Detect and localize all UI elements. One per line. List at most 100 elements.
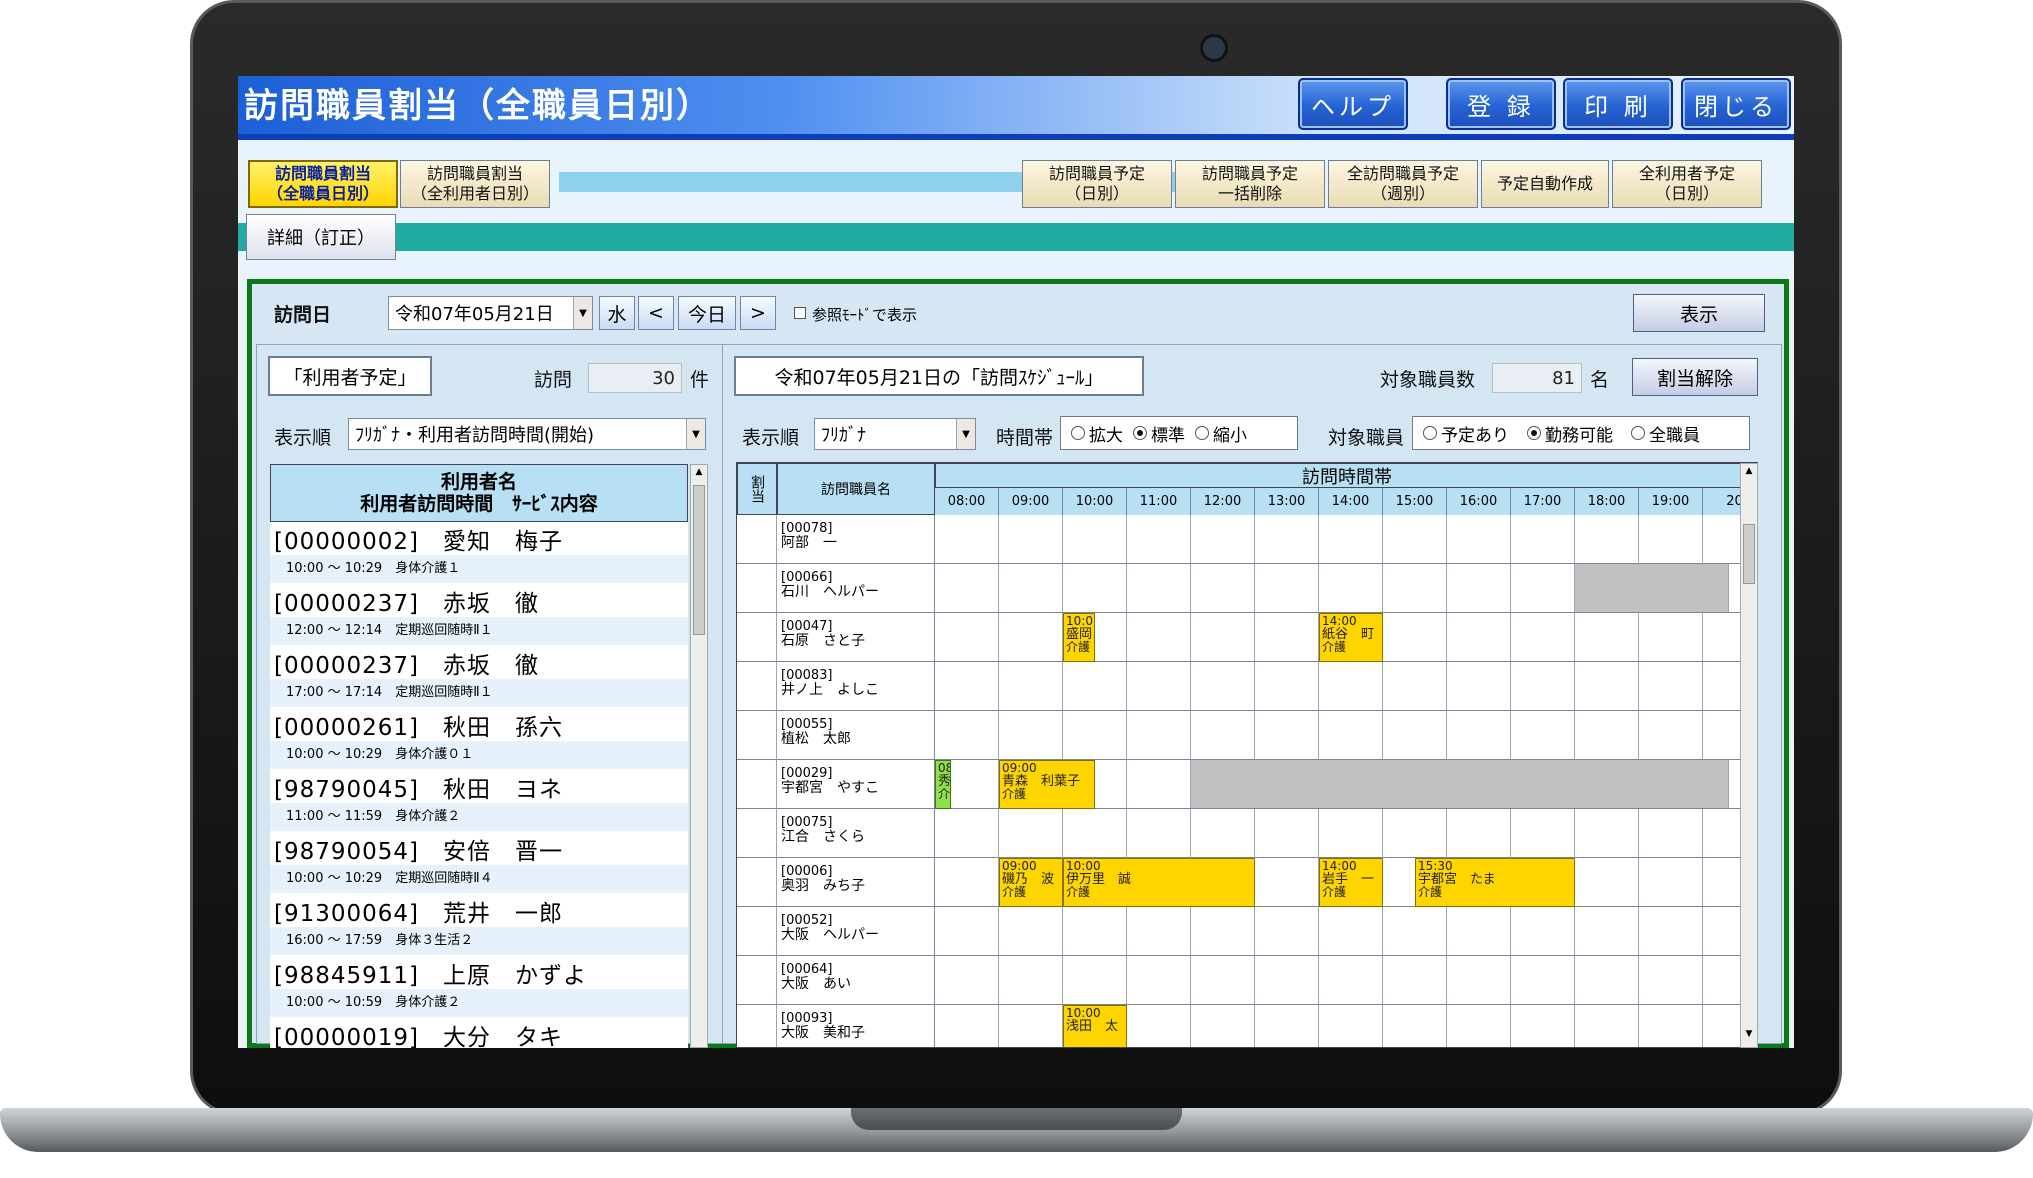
appointment-block[interactable]: 14:00 岩手 一介護 xyxy=(1319,858,1383,907)
time-slot-cell[interactable] xyxy=(1447,1005,1511,1047)
list-item[interactable]: [98790045] 秋田 ヨネ 11:00 ～ 11:59 身体介護２ xyxy=(270,770,688,833)
time-slot-cell[interactable] xyxy=(1575,858,1639,907)
time-slot-cell[interactable] xyxy=(1639,809,1703,858)
time-slot-cell[interactable] xyxy=(1511,1005,1575,1047)
register-button[interactable]: 登 録 xyxy=(1446,78,1556,130)
time-slot-cell[interactable] xyxy=(935,1005,999,1047)
time-slot-cell[interactable] xyxy=(1255,1005,1319,1047)
scroll-up-icon[interactable]: ▲ xyxy=(693,467,705,481)
time-slot-cell[interactable] xyxy=(1639,613,1703,662)
time-slot-cell[interactable] xyxy=(1383,907,1447,956)
left-order-select[interactable]: ﾌﾘｶﾞﾅ・利用者訪問時間(開始) ▼ xyxy=(348,418,706,450)
time-slot-cell[interactable] xyxy=(1191,809,1255,858)
time-slot-cell[interactable] xyxy=(1063,809,1127,858)
time-slot-cell[interactable] xyxy=(1255,613,1319,662)
tab-staff-schedule-bulk-delete[interactable]: 訪問職員予定 一括削除 xyxy=(1175,160,1325,208)
next-day-button[interactable]: > xyxy=(740,296,776,330)
time-slot-cell[interactable] xyxy=(1191,564,1255,613)
tab-auto-schedule[interactable]: 予定自動作成 xyxy=(1481,160,1609,208)
time-slot-cell[interactable] xyxy=(1383,564,1447,613)
time-slot-cell[interactable] xyxy=(1575,711,1639,760)
right-order-select[interactable]: ﾌﾘｶﾞﾅ ▼ xyxy=(814,418,976,450)
tab-staff-schedule-daily[interactable]: 訪問職員予定 （日別） xyxy=(1022,160,1172,208)
time-slot-cell[interactable] xyxy=(935,809,999,858)
appointment-block[interactable]: 10:00 浅田 太 xyxy=(1063,1005,1127,1047)
time-slot-cell[interactable] xyxy=(1511,956,1575,1005)
time-slot-cell[interactable] xyxy=(1511,907,1575,956)
chevron-down-icon[interactable]: ▼ xyxy=(573,297,592,329)
chevron-down-icon[interactable]: ▼ xyxy=(686,419,705,449)
time-slot-cell[interactable] xyxy=(1575,515,1639,564)
staff-cell[interactable]: [00066] 石川 ヘルパー xyxy=(777,564,935,613)
time-slot-cell[interactable] xyxy=(1191,662,1255,711)
time-slot-cell[interactable] xyxy=(1255,858,1319,907)
time-slot-cell[interactable] xyxy=(1255,662,1319,711)
unassign-button[interactable]: 割当解除 xyxy=(1632,358,1758,396)
staff-cell[interactable]: [00093] 大阪 美和子 xyxy=(777,1005,935,1047)
radio-zoom-standard[interactable] xyxy=(1133,426,1147,440)
time-slot-cell[interactable] xyxy=(1319,564,1383,613)
show-button[interactable]: 表示 xyxy=(1633,294,1765,332)
time-slot-cell[interactable] xyxy=(1255,809,1319,858)
appointment-block[interactable]: 08秀介 xyxy=(935,760,951,809)
time-slot-cell[interactable] xyxy=(1319,662,1383,711)
time-slot-cell[interactable] xyxy=(1383,515,1447,564)
user-list-scrollbar[interactable]: ▲ xyxy=(690,464,708,1048)
time-slot-cell[interactable] xyxy=(999,613,1063,662)
time-slot-cell[interactable] xyxy=(935,711,999,760)
time-slot-cell[interactable] xyxy=(1383,1005,1447,1047)
assign-cell[interactable] xyxy=(737,515,777,564)
time-slot-cell[interactable] xyxy=(1447,956,1511,1005)
appointment-block[interactable]: 10:0 盛岡 介護 xyxy=(1063,613,1095,662)
time-slot-cell[interactable] xyxy=(999,515,1063,564)
radio-all-staff[interactable] xyxy=(1631,426,1645,440)
assign-cell[interactable] xyxy=(737,760,777,809)
staff-cell[interactable]: [00055] 植松 太郎 xyxy=(777,711,935,760)
schedule-scrollbar[interactable]: ▲ ▼ xyxy=(1740,463,1758,1048)
time-slot-cell[interactable] xyxy=(999,956,1063,1005)
time-slot-cell[interactable] xyxy=(999,711,1063,760)
appointment-block[interactable]: 09:00 磯乃 波介護 xyxy=(999,858,1063,907)
time-slot-cell[interactable] xyxy=(1511,515,1575,564)
time-slot-cell[interactable] xyxy=(1127,711,1191,760)
time-slot-cell[interactable] xyxy=(1639,907,1703,956)
list-item[interactable]: [00000261] 秋田 孫六 10:00 ～ 10:29 身体介護０１ xyxy=(270,708,688,771)
assign-cell[interactable] xyxy=(737,564,777,613)
time-slot-cell[interactable] xyxy=(1319,907,1383,956)
time-slot-cell[interactable] xyxy=(1127,564,1191,613)
time-slot-cell[interactable] xyxy=(1447,809,1511,858)
time-slot-cell[interactable] xyxy=(935,858,999,907)
prev-day-button[interactable]: < xyxy=(638,296,674,330)
time-slot-cell[interactable] xyxy=(1127,809,1191,858)
time-slot-cell[interactable] xyxy=(1127,760,1191,809)
time-slot-cell[interactable] xyxy=(999,564,1063,613)
staff-cell[interactable]: [00047] 石原 さと子 xyxy=(777,613,935,662)
time-slot-cell[interactable] xyxy=(1191,1005,1255,1047)
scroll-down-icon[interactable]: ▼ xyxy=(1743,1029,1755,1043)
time-slot-cell[interactable] xyxy=(1319,1005,1383,1047)
time-slot-cell[interactable] xyxy=(1639,858,1703,907)
assign-cell[interactable] xyxy=(737,662,777,711)
staff-cell[interactable]: [00052] 大阪 ヘルパー xyxy=(777,907,935,956)
print-button[interactable]: 印 刷 xyxy=(1563,78,1673,130)
time-slot-cell[interactable] xyxy=(1639,956,1703,1005)
time-slot-cell[interactable] xyxy=(935,956,999,1005)
scroll-thumb[interactable] xyxy=(693,485,705,635)
time-slot-cell[interactable] xyxy=(1639,711,1703,760)
radio-available[interactable] xyxy=(1527,426,1541,440)
time-slot-cell[interactable] xyxy=(1447,564,1511,613)
time-slot-cell[interactable] xyxy=(1127,956,1191,1005)
assign-cell[interactable] xyxy=(737,858,777,907)
radio-zoom-in[interactable] xyxy=(1071,426,1085,440)
appointment-block[interactable]: 14:00 紙谷 町介護 xyxy=(1319,613,1383,662)
time-slot-cell[interactable] xyxy=(1127,907,1191,956)
time-slot-cell[interactable] xyxy=(935,613,999,662)
list-item[interactable]: [00000237] 赤坂 徹 17:00 ～ 17:14 定期巡回随時Ⅱ１ xyxy=(270,646,688,709)
time-slot-cell[interactable] xyxy=(999,1005,1063,1047)
time-slot-cell[interactable] xyxy=(1575,1005,1639,1047)
staff-cell[interactable]: [00029] 宇都宮 やすこ xyxy=(777,760,935,809)
tab-staff-assign-all-staff-daily[interactable]: 訪問職員割当 （全職員日別） xyxy=(248,160,398,208)
time-slot-cell[interactable] xyxy=(1319,515,1383,564)
time-slot-cell[interactable] xyxy=(1383,809,1447,858)
help-button[interactable]: ヘルプ xyxy=(1298,78,1408,130)
